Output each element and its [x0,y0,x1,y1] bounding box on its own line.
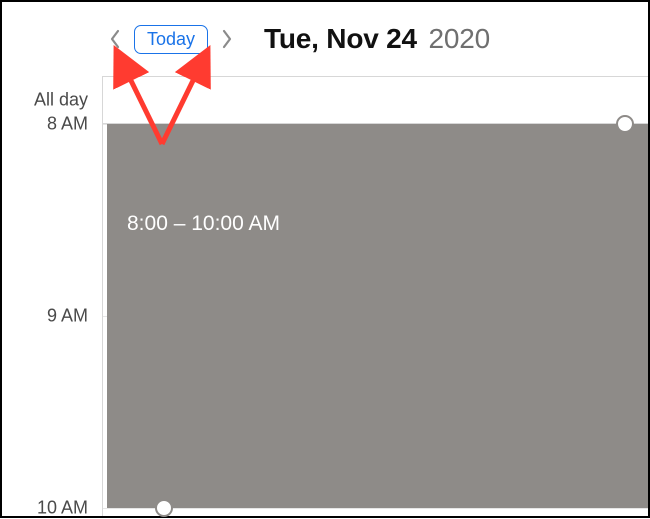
prev-day-button[interactable] [102,24,128,54]
current-date-title: Tue, Nov 24 2020 [264,23,490,55]
app-window: Today Tue, Nov 24 2020 All day 8 AM 9 AM… [0,0,650,518]
chevron-right-icon [221,29,233,49]
date-nav-toolbar: Today Tue, Nov 24 2020 [2,2,648,76]
today-button[interactable]: Today [134,25,208,54]
event-resize-handle-top[interactable] [616,115,634,133]
all-day-label: All day [34,90,88,111]
current-date-main: Tue, Nov 24 [264,23,417,54]
event-resize-handle-bottom[interactable] [155,499,173,517]
chevron-left-icon [109,29,121,49]
hour-gridline [103,508,648,509]
day-grid[interactable]: 8:00 – 10:00 AM [102,76,648,516]
next-day-button[interactable] [214,24,240,54]
hour-label: 10 AM [37,498,88,519]
current-date-year: 2020 [429,23,491,54]
hour-label: 9 AM [47,306,88,327]
all-day-row[interactable] [103,76,648,124]
calendar-event[interactable]: 8:00 – 10:00 AM [107,124,648,508]
hour-label: 8 AM [47,114,88,135]
time-gutter: All day 8 AM 9 AM 10 AM [2,76,102,516]
event-time-label: 8:00 – 10:00 AM [127,212,280,235]
